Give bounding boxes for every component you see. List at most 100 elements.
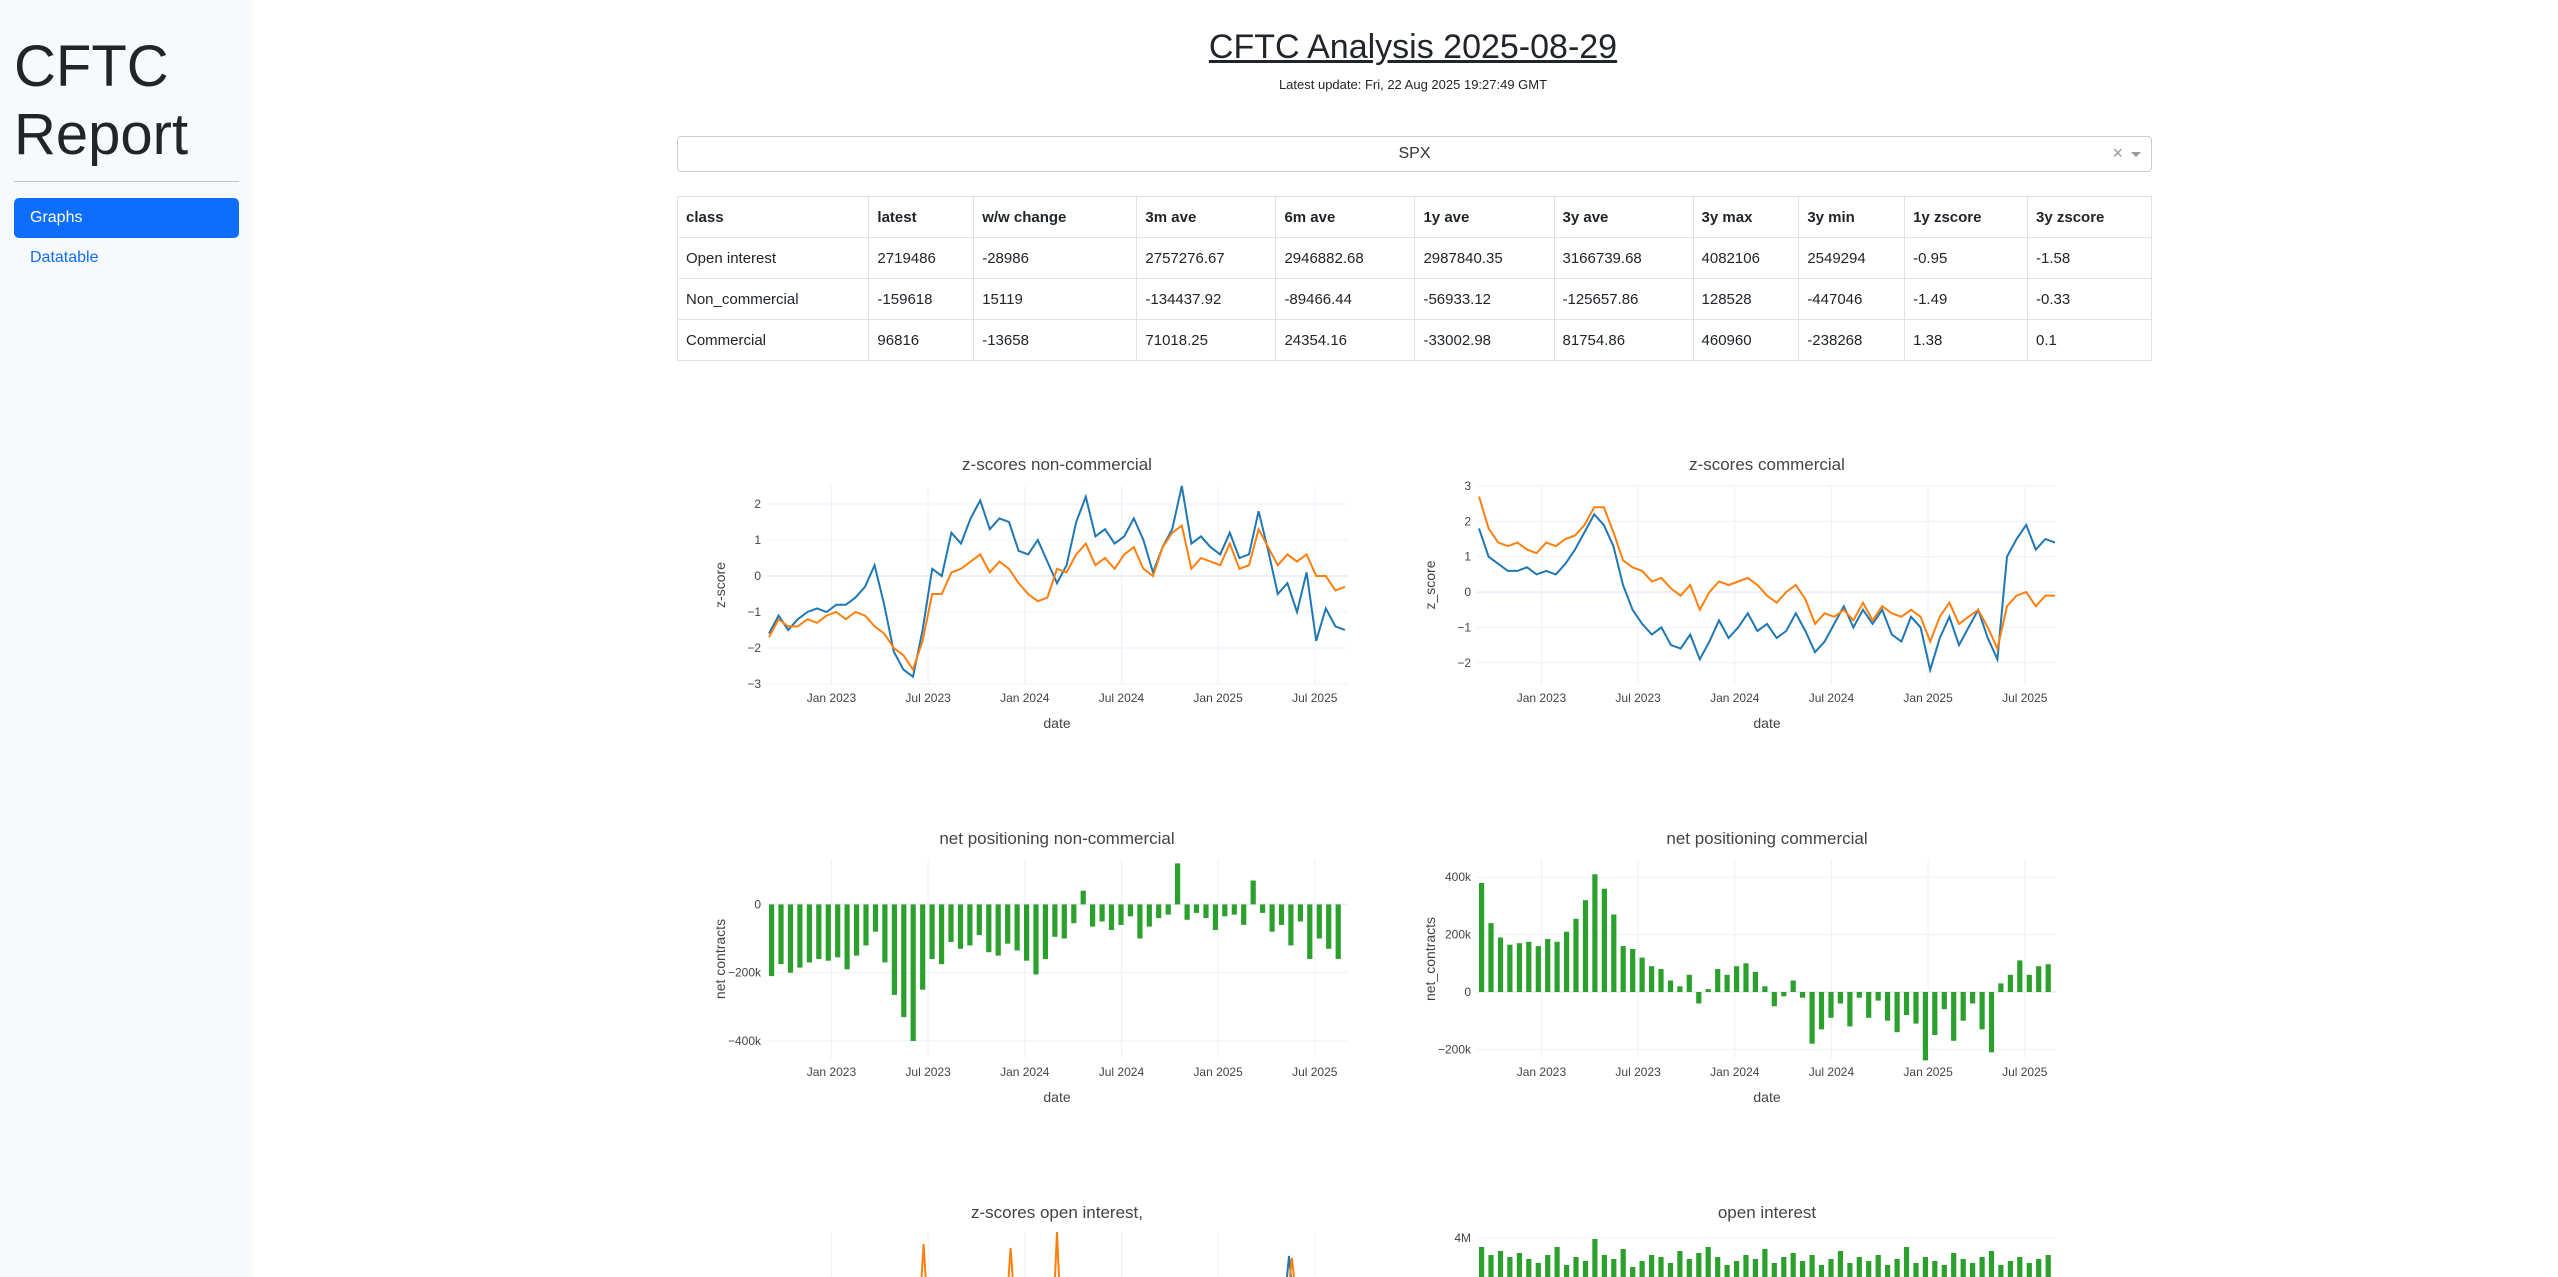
x-tick-label: Jul 2024	[1099, 1065, 1145, 1079]
table-cell: 15119	[973, 278, 1138, 320]
chevron-down-icon[interactable]	[2131, 152, 2141, 157]
nav-item-graphs[interactable]: Graphs	[14, 198, 239, 238]
table-cell: -159618	[868, 278, 975, 320]
bar	[1260, 904, 1266, 913]
bar	[1118, 904, 1124, 925]
table-header-cell: w/w change	[973, 196, 1138, 238]
bar	[1071, 904, 1077, 924]
table-cell: -0.95	[1904, 237, 2028, 279]
table-cell: 3166739.68	[1553, 237, 1694, 279]
bar	[1837, 992, 1843, 1004]
y-tick-label: −3	[747, 677, 761, 691]
table-cell: Open interest	[676, 237, 870, 279]
bar	[1108, 904, 1115, 930]
nav-item-datatable[interactable]: Datatable	[14, 238, 239, 278]
bar	[1156, 904, 1162, 919]
bar	[1507, 1257, 1513, 1277]
table-header-cell: 3y zscore	[2027, 196, 2152, 238]
bar	[1316, 904, 1322, 939]
x-tick-label: Jul 2023	[1615, 1065, 1661, 1079]
bar	[1696, 1253, 1702, 1277]
bar	[1137, 904, 1143, 939]
bar	[1790, 1253, 1796, 1277]
bar	[1488, 1255, 1494, 1277]
bar	[882, 904, 888, 963]
bar	[1099, 904, 1105, 922]
bar	[957, 904, 964, 949]
bar	[1545, 938, 1551, 992]
table-cell: 4082106	[1692, 237, 1800, 279]
bar	[1715, 1257, 1721, 1277]
bar	[1269, 904, 1275, 932]
x-axis-label: date	[1043, 715, 1070, 731]
bar	[1005, 904, 1011, 944]
table-cell: 71018.25	[1136, 319, 1277, 361]
y-tick-label: 0	[754, 897, 761, 911]
bar	[1696, 992, 1702, 1004]
table-cell: -238268	[1798, 319, 1906, 361]
y-tick-label: 1	[754, 533, 761, 547]
bar	[1535, 1263, 1541, 1277]
bar	[986, 904, 992, 953]
bar	[1250, 880, 1256, 905]
bar	[854, 904, 860, 956]
y-axis-label: net contracts	[712, 919, 728, 999]
x-axis-label: date	[1753, 1089, 1780, 1105]
table-header-cell: 3m ave	[1136, 196, 1277, 238]
bar	[1611, 1259, 1617, 1277]
x-tick-label: Jul 2025	[1292, 691, 1338, 705]
bar	[1856, 1257, 1862, 1277]
table-cell: -1.58	[2027, 237, 2152, 279]
bar	[1913, 992, 1919, 1024]
y-tick-label: −1	[1457, 620, 1471, 634]
bar	[1781, 1257, 1787, 1277]
table-cell: 2549294	[1798, 237, 1906, 279]
bar	[1951, 1253, 1957, 1277]
bar	[872, 904, 879, 932]
bar	[1686, 974, 1692, 992]
bar	[1620, 1249, 1626, 1277]
chart-net-commercial: net positioning commercial −200k 0 200k 400k…	[1422, 829, 2057, 1105]
bar	[2017, 1257, 2023, 1277]
main-content: CFTC Analysis 2025-08-29 Latest update: …	[253, 0, 2558, 1277]
bar	[1649, 966, 1655, 992]
bar	[1828, 992, 1834, 1018]
bar	[1875, 1255, 1881, 1277]
y-tick-label: 0	[1464, 585, 1471, 599]
table-cell: Commercial	[676, 319, 870, 361]
table-cell: -1.49	[1904, 278, 2028, 320]
bar	[1335, 904, 1341, 959]
bar	[1743, 1255, 1749, 1277]
bar	[1554, 941, 1560, 992]
brand-title: CFTC Report	[14, 33, 239, 169]
bar	[901, 904, 907, 1018]
chart-title: open interest	[1718, 1203, 1817, 1222]
bar	[1212, 904, 1218, 930]
bar	[1667, 1263, 1674, 1277]
bar	[1024, 904, 1030, 961]
bar	[2045, 964, 2051, 992]
bar	[787, 904, 794, 973]
instrument-dropdown[interactable]: SPX ×	[677, 136, 2152, 172]
bar	[1479, 883, 1485, 992]
x-tick-label: Jan 2025	[1903, 691, 1953, 705]
x-tick-label: Jan 2025	[1193, 691, 1243, 705]
y-tick-label: −2	[747, 641, 761, 655]
x-tick-label: Jan 2024	[1000, 1065, 1050, 1079]
bar	[1630, 1267, 1636, 1277]
table-row: Non_commercial -159618 15119 -134437.92 -894…	[676, 278, 2152, 320]
bar	[806, 904, 812, 963]
table-cell: 0.1	[2027, 319, 2152, 361]
table-cell: -89466.44	[1275, 278, 1416, 320]
bar	[1639, 1261, 1645, 1277]
clear-icon[interactable]: ×	[2112, 143, 2123, 164]
table-cell: 96816	[868, 319, 975, 361]
table-header-cell: 1y zscore	[1904, 196, 2028, 238]
bar	[1611, 914, 1617, 992]
bar	[1998, 983, 2004, 992]
bar	[1582, 1261, 1589, 1277]
chart-title: z-scores commercial	[1689, 455, 1845, 474]
bar	[1592, 1239, 1598, 1277]
x-tick-label: Jul 2025	[1292, 1065, 1338, 1079]
bar	[1667, 980, 1674, 992]
